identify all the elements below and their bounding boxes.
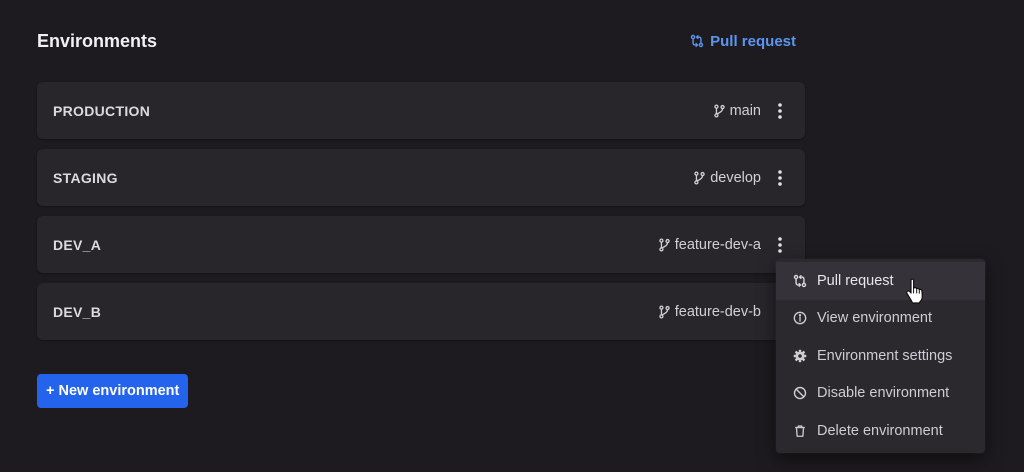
branch-name: main — [729, 102, 761, 119]
environment-row-staging[interactable]: STAGING develop — [37, 149, 805, 206]
branch-name: develop — [710, 169, 761, 186]
branch-info: main — [713, 103, 761, 119]
environment-name: STAGING — [53, 169, 118, 186]
kebab-menu-icon — [778, 236, 782, 253]
more-options-button[interactable] — [769, 166, 791, 190]
branch-name: feature-dev-b — [674, 303, 761, 320]
menu-item-pull-request[interactable]: Pull request — [776, 262, 985, 300]
gear-icon — [793, 349, 807, 363]
new-environment-button[interactable]: + New environment — [37, 374, 189, 408]
pull-request-link-label: Pull request — [710, 32, 796, 50]
menu-item-label: Delete environment — [817, 422, 943, 439]
branch-name: feature-dev-a — [674, 236, 761, 253]
kebab-menu-icon — [778, 102, 782, 119]
pull-request-icon — [690, 34, 704, 48]
page-title: Environments — [37, 30, 158, 51]
environment-list: PRODUCTION main STAGING develop DEV_A fe… — [37, 82, 805, 350]
header: Environments Pull request — [37, 28, 805, 54]
git-branch-icon — [694, 170, 705, 185]
environment-row-dev-b[interactable]: DEV_B feature-dev-b — [37, 283, 805, 340]
branch-info: feature-dev-a — [658, 237, 761, 253]
menu-item-delete-environment[interactable]: Delete environment — [776, 412, 985, 450]
git-branch-icon — [713, 103, 725, 118]
environment-name: DEV_A — [53, 236, 102, 253]
pull-request-link[interactable]: Pull request — [690, 33, 796, 50]
menu-item-label: Disable environment — [817, 385, 950, 402]
pull-request-icon — [793, 274, 807, 287]
git-branch-icon — [659, 237, 670, 252]
menu-item-environment-settings[interactable]: Environment settings — [776, 337, 985, 375]
info-icon — [793, 311, 807, 325]
branch-info: develop — [693, 170, 761, 186]
menu-item-disable-environment[interactable]: Disable environment — [776, 375, 985, 413]
trash-icon — [795, 425, 805, 437]
environment-name: PRODUCTION — [53, 102, 151, 119]
menu-item-view-environment[interactable]: View environment — [776, 300, 985, 338]
kebab-menu-icon — [778, 169, 782, 186]
environments-page: Environments Pull request PRODUCTION mai… — [0, 0, 1024, 472]
environment-row-production[interactable]: PRODUCTION main — [37, 82, 805, 139]
environment-context-menu: Pull request View environment Environmen… — [776, 259, 985, 453]
menu-item-label: Environment settings — [817, 347, 953, 364]
environment-row-dev-a[interactable]: DEV_A feature-dev-a — [37, 216, 805, 273]
more-options-button[interactable] — [769, 99, 791, 123]
menu-item-label: View environment — [817, 310, 932, 327]
git-branch-icon — [659, 304, 670, 319]
more-options-button[interactable] — [769, 233, 791, 257]
branch-info: feature-dev-b — [658, 304, 761, 320]
environment-name: DEV_B — [53, 303, 102, 320]
menu-item-label: Pull request — [817, 272, 894, 289]
ban-icon — [793, 387, 807, 400]
